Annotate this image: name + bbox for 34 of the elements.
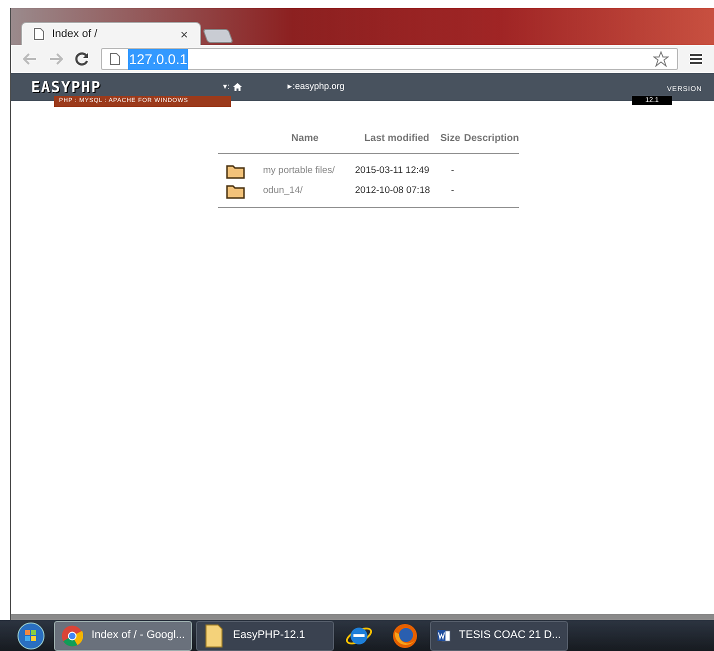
table-cell-text: 2015-03-11 12:49 [355, 164, 430, 178]
page-icon [34, 28, 44, 40]
address-bar[interactable]: 127.0.0.1 [101, 48, 678, 70]
tab-close-button[interactable]: × [180, 28, 188, 40]
reload-icon[interactable] [75, 52, 89, 66]
easyphp-logo[interactable]: EASYPHP [31, 76, 102, 98]
column-header[interactable]: Description [464, 130, 520, 146]
menu-icon[interactable] [690, 53, 702, 65]
column-header[interactable]: Size [440, 130, 462, 146]
page-icon [110, 53, 120, 65]
folder-icon [226, 183, 246, 199]
file-link[interactable]: odun_14/ [263, 184, 355, 198]
taskbar-button[interactable]: TESIS COAC 21 D... [430, 620, 568, 650]
star-icon[interactable] [653, 51, 669, 67]
taskbar-button[interactable]: Index of / - Googl... [54, 620, 192, 650]
table-cell-text: - [451, 164, 454, 178]
taskbar-button[interactable]: EasyPHP-12.1 [196, 620, 334, 650]
folder-icon [203, 622, 225, 648]
new-tab-button[interactable] [202, 29, 234, 43]
table-cell-text: 2012-10-08 07:18 [355, 184, 432, 198]
firefox-icon [391, 622, 419, 650]
column-header[interactable]: Name [256, 130, 354, 146]
table-cell-text: - [451, 184, 454, 198]
home-link[interactable]: ▾: [223, 81, 242, 93]
windows-logo-icon [17, 622, 45, 650]
column-header[interactable]: Last modified [354, 130, 440, 146]
url-text: 127.0.0.1 [128, 48, 188, 70]
easyphp-site-link[interactable]: ▸:easyphp.org [287, 80, 344, 94]
tab-title: Index of / [52, 26, 98, 42]
browser-tab[interactable]: Index of / × [21, 22, 201, 45]
folder-icon [226, 163, 246, 179]
home-icon [233, 83, 242, 91]
chrome-icon [61, 622, 84, 648]
file-link[interactable]: my portable files/ [263, 164, 355, 178]
